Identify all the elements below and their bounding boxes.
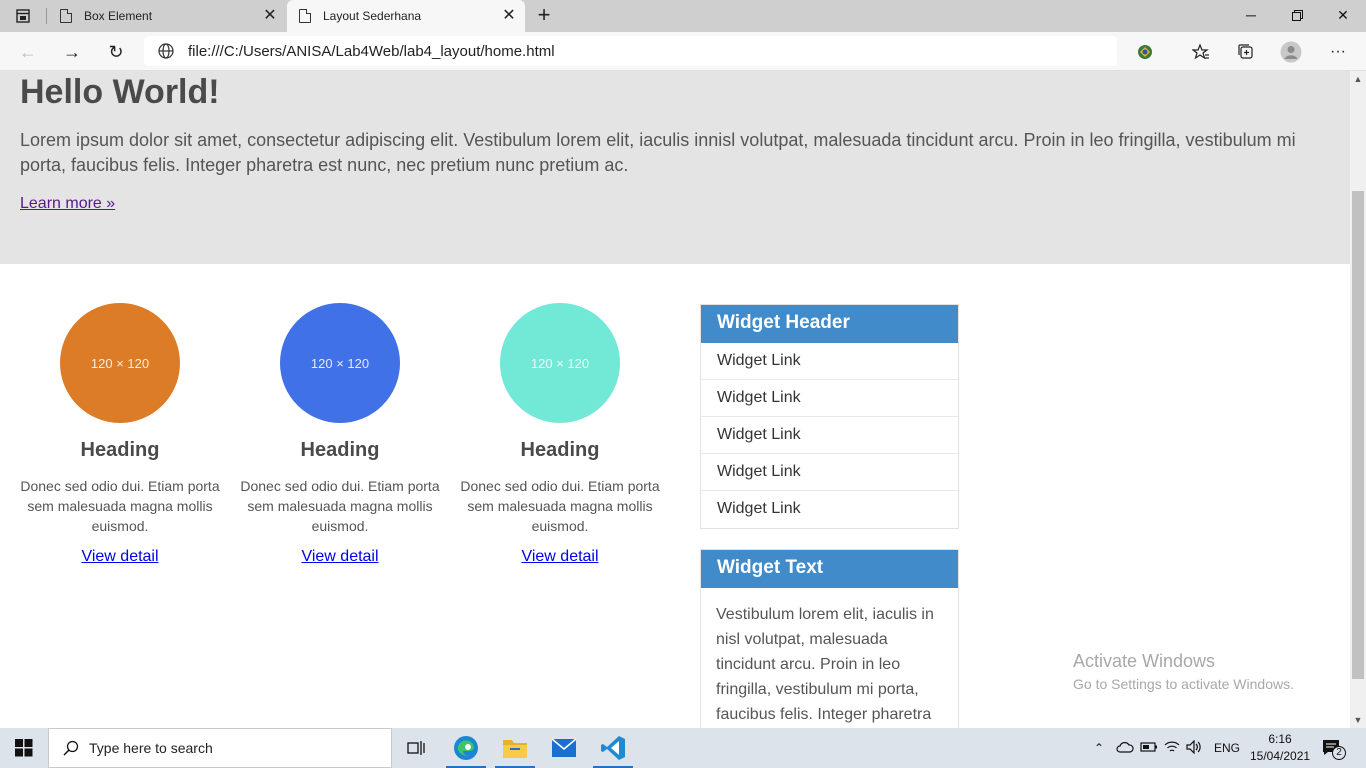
- onedrive-icon[interactable]: [1116, 741, 1134, 756]
- tab-title: Layout Sederhana: [323, 9, 422, 23]
- widget-link[interactable]: Widget Link: [701, 491, 958, 528]
- feature-column: 120 × 120 Heading Donec sed odio dui. Et…: [460, 303, 660, 566]
- tab-box-element[interactable]: Box Element ✕: [48, 0, 286, 32]
- hero-section: Hello World! Lorem ipsum dolor sit amet,…: [0, 71, 1350, 264]
- feature-column: 120 × 120 Heading Donec sed odio dui. Et…: [20, 303, 220, 566]
- widget-link[interactable]: Widget Link: [701, 380, 958, 417]
- placeholder-image: 120 × 120: [280, 303, 400, 423]
- battery-icon[interactable]: [1140, 741, 1158, 756]
- tab-separator: [46, 8, 47, 24]
- profile-avatar[interactable]: [1280, 41, 1302, 63]
- scroll-up-icon[interactable]: ▲: [1350, 71, 1366, 87]
- tab-title: Box Element: [84, 9, 153, 23]
- close-icon[interactable]: ✕: [260, 6, 280, 26]
- address-bar[interactable]: file:///C:/Users/ANISA/Lab4Web/lab4_layo…: [144, 36, 1117, 66]
- page-icon: [299, 9, 311, 23]
- hero-title: Hello World!: [20, 73, 220, 111]
- more-options-icon[interactable]: ···: [1327, 41, 1349, 63]
- wifi-icon[interactable]: [1164, 740, 1180, 757]
- forward-button[interactable]: →: [58, 38, 86, 66]
- task-view-icon[interactable]: [392, 728, 440, 768]
- collections-icon[interactable]: [1235, 41, 1257, 63]
- page-icon: [60, 9, 72, 23]
- view-detail-link[interactable]: View detail: [301, 548, 378, 566]
- notification-center-icon[interactable]: 2: [1322, 728, 1350, 768]
- widget-text-header: Widget Text: [701, 550, 958, 588]
- back-button[interactable]: ←: [14, 38, 42, 66]
- placeholder-image: 120 × 120: [500, 303, 620, 423]
- clock-date: 15/04/2021: [1250, 749, 1311, 763]
- column-heading: Heading: [300, 439, 380, 461]
- tab-strip: Box Element ✕ Layout Sederhana ✕ + ─ ✕: [0, 0, 1366, 32]
- watermark-subtitle: Go to Settings to activate Windows.: [1073, 676, 1294, 692]
- placeholder-image: 120 × 120: [60, 303, 180, 423]
- volume-icon[interactable]: [1186, 739, 1202, 757]
- taskbar-search-box[interactable]: Type here to search: [48, 728, 392, 768]
- watermark-title: Activate Windows: [1073, 651, 1216, 671]
- browser-toolbar: ← → ↻ file:///C:/Users/ANISA/Lab4Web/lab…: [0, 32, 1366, 71]
- tab-actions-icon[interactable]: [8, 6, 38, 26]
- column-text: Donec sed odio dui. Etiam porta sem male…: [460, 478, 660, 534]
- view-detail-link[interactable]: View detail: [81, 548, 158, 566]
- restore-button[interactable]: [1274, 0, 1320, 30]
- feature-column: 120 × 120 Heading Donec sed odio dui. Et…: [240, 303, 440, 566]
- widget-link[interactable]: Widget Link: [701, 417, 958, 454]
- refresh-button[interactable]: ↻: [102, 38, 130, 66]
- column-heading: Heading: [80, 439, 160, 461]
- widget-text: Widget Text Vestibulum lorem elit, iacul…: [700, 549, 959, 728]
- close-icon[interactable]: ✕: [499, 6, 519, 26]
- system-tray: ⌃ ENG: [1090, 728, 1240, 768]
- learn-more-link[interactable]: Learn more »: [20, 195, 115, 213]
- column-text: Donec sed odio dui. Etiam porta sem male…: [240, 478, 440, 534]
- file-explorer-icon[interactable]: [491, 728, 539, 768]
- windows-start-icon[interactable]: [0, 728, 48, 768]
- url-text: file:///C:/Users/ANISA/Lab4Web/lab4_layo…: [188, 42, 555, 60]
- edge-app-icon[interactable]: [442, 728, 490, 768]
- search-icon: [63, 740, 79, 756]
- page-viewport: Hello World! Lorem ipsum dolor sit amet,…: [0, 71, 1350, 728]
- chevron-up-icon[interactable]: ⌃: [1090, 741, 1108, 755]
- taskbar: Type here to search ⌃ ENG 6:16 15/04/202…: [0, 728, 1366, 768]
- widget-link[interactable]: Widget Link: [701, 343, 958, 380]
- extension-icon[interactable]: [1134, 41, 1156, 63]
- vertical-scrollbar[interactable]: ▲ ▼: [1350, 71, 1366, 728]
- widget-text-body: Vestibulum lorem elit, iaculis in nisl v…: [716, 606, 934, 723]
- vscode-app-icon[interactable]: [589, 728, 637, 768]
- view-detail-link[interactable]: View detail: [521, 548, 598, 566]
- search-placeholder: Type here to search: [89, 740, 213, 756]
- tab-layout-sederhana[interactable]: Layout Sederhana ✕: [287, 0, 525, 32]
- widget-link[interactable]: Widget Link: [701, 454, 958, 491]
- language-indicator[interactable]: ENG: [1214, 741, 1240, 755]
- column-heading: Heading: [520, 439, 600, 461]
- hero-text: Lorem ipsum dolor sit amet, consectetur …: [20, 130, 1296, 175]
- widget-links: Widget Header Widget Link Widget Link Wi…: [700, 304, 959, 529]
- column-text: Donec sed odio dui. Etiam porta sem male…: [20, 478, 220, 534]
- widget-header: Widget Header: [701, 305, 958, 343]
- scroll-thumb[interactable]: [1352, 191, 1364, 679]
- new-tab-button[interactable]: +: [532, 4, 556, 28]
- clock-time: 6:16: [1268, 732, 1292, 746]
- clock[interactable]: 6:16 15/04/2021: [1250, 731, 1310, 765]
- favorites-icon[interactable]: [1190, 41, 1212, 63]
- notification-badge: 2: [1332, 746, 1346, 760]
- mail-app-icon[interactable]: [540, 728, 588, 768]
- scroll-down-icon[interactable]: ▼: [1350, 712, 1366, 728]
- close-window-button[interactable]: ✕: [1320, 0, 1366, 30]
- activate-windows-watermark: Activate Windows Go to Settings to activ…: [1073, 651, 1294, 692]
- minimize-button[interactable]: ─: [1228, 0, 1274, 30]
- globe-icon: [158, 43, 174, 59]
